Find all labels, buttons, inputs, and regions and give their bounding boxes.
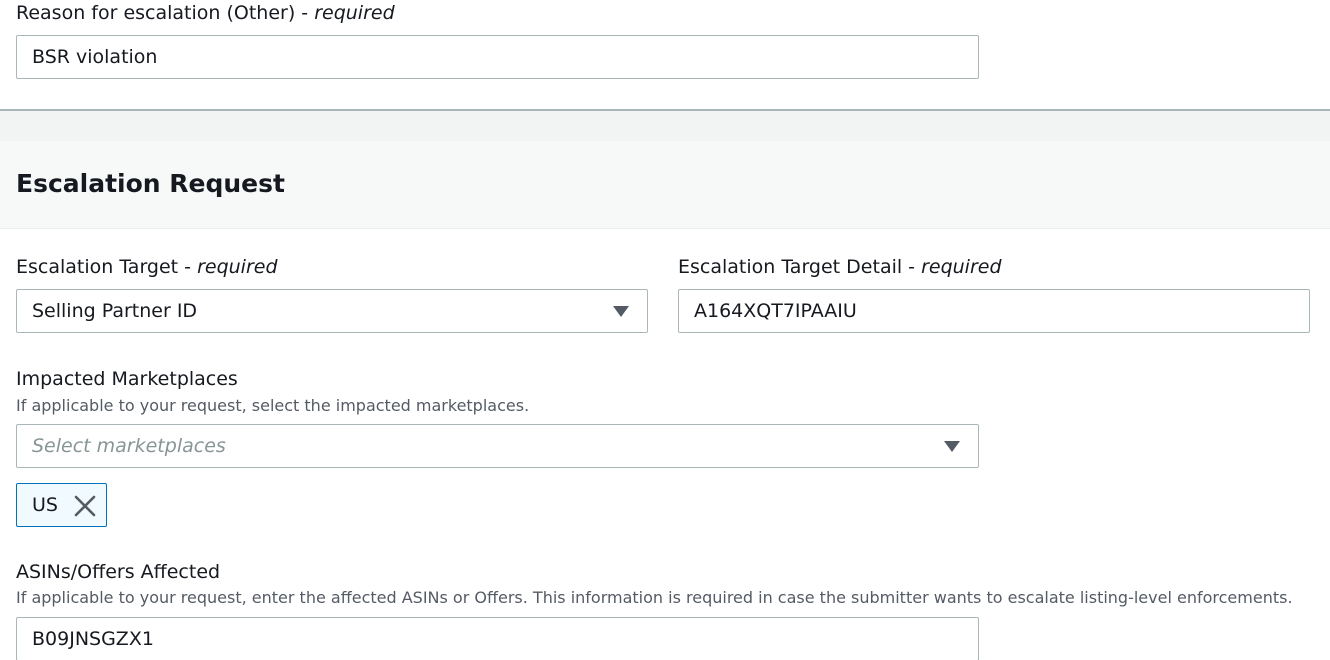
escalation-target-required-text: required [197, 256, 278, 278]
asins-input[interactable]: B09JNSGZX1 [16, 617, 979, 660]
section-divider [0, 111, 1330, 141]
escalation-form: Reason for escalation (Other) - required… [0, 0, 1330, 660]
reason-label: Reason for escalation (Other) - required [16, 2, 395, 24]
asins-label: ASINs/Offers Affected [16, 561, 221, 583]
escalation-target-selected-value: Selling Partner ID [32, 300, 198, 322]
escalation-target-select[interactable]: Selling Partner ID [16, 289, 648, 333]
section-title: Escalation Request [16, 169, 285, 198]
close-icon[interactable] [73, 494, 97, 518]
caret-down-icon [613, 306, 629, 317]
caret-down-icon [944, 441, 960, 452]
reason-input[interactable]: BSR violation [16, 35, 979, 79]
asins-hint: If applicable to your request, enter the… [16, 588, 1293, 607]
marketplace-token-us: US [16, 483, 107, 527]
escalation-target-detail-label-text: Escalation Target Detail [678, 256, 903, 278]
marketplaces-multiselect[interactable]: Select marketplaces [16, 424, 979, 468]
escalation-target-label-text: Escalation Target [16, 256, 179, 278]
reason-label-text: Reason for escalation (Other) [16, 2, 296, 24]
marketplaces-label: Impacted Marketplaces [16, 368, 238, 390]
reason-required-text: required [314, 2, 395, 24]
marketplaces-hint: If applicable to your request, select th… [16, 396, 530, 415]
marketplaces-placeholder: Select marketplaces [32, 435, 226, 457]
marketplace-token-label: US [32, 494, 58, 516]
escalation-target-label: Escalation Target - required [16, 256, 278, 278]
escalation-target-detail-label: Escalation Target Detail - required [678, 256, 1002, 278]
escalation-target-detail-required-text: required [921, 256, 1002, 278]
escalation-target-detail-input[interactable]: A164XQT7IPAAIU [678, 289, 1310, 333]
